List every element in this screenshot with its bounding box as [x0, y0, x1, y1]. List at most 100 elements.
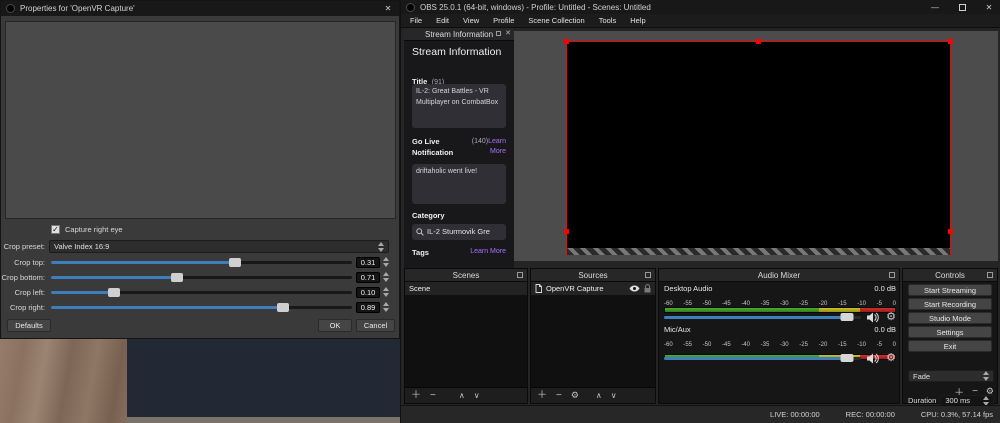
- crop-bottom-slider[interactable]: [51, 272, 352, 282]
- menu-view[interactable]: View: [463, 16, 479, 25]
- selection-handle-top-right[interactable]: [948, 39, 953, 44]
- properties-dialog: Properties for 'OpenVR Capture' ✕ ✓ Capt…: [0, 0, 400, 339]
- crop-left-spinner-icons[interactable]: [383, 287, 389, 297]
- crop-left-row: Crop left: 0.10: [1, 286, 401, 298]
- golive-learn-more-link[interactable]: Learn More: [488, 138, 506, 155]
- close-button[interactable]: ✕: [377, 2, 399, 16]
- preview-canvas[interactable]: [514, 28, 998, 261]
- crop-right-slider-handle[interactable]: [276, 302, 289, 312]
- crop-top-slider[interactable]: [51, 257, 352, 267]
- selection-handle-mid-right[interactable]: [948, 229, 953, 234]
- settings-button[interactable]: Settings: [908, 326, 992, 338]
- source-properties-gear-icon[interactable]: ⚙: [571, 391, 579, 400]
- move-scene-down-icon[interactable]: ∨: [474, 391, 480, 400]
- move-scene-up-icon[interactable]: ∧: [459, 391, 465, 400]
- source-preview-black[interactable]: [566, 41, 951, 248]
- scenes-dock-titlebar[interactable]: Scenes: [405, 269, 527, 282]
- move-source-up-icon[interactable]: ∧: [596, 391, 602, 400]
- start-recording-button[interactable]: Start Recording: [908, 298, 992, 310]
- crop-bottom-slider-handle[interactable]: [171, 272, 184, 282]
- dock-close-icon[interactable]: ✕: [505, 29, 511, 37]
- start-streaming-button[interactable]: Start Streaming: [908, 284, 992, 296]
- volume-slider[interactable]: [664, 312, 862, 321]
- lock-icon[interactable]: [644, 284, 651, 293]
- dock-float-icon[interactable]: [889, 272, 895, 278]
- selection-handle-mid-left[interactable]: [564, 229, 569, 234]
- ok-button[interactable]: OK: [318, 319, 352, 332]
- combo-spinner-icons[interactable]: [983, 371, 989, 381]
- crop-right-slider[interactable]: [51, 302, 352, 312]
- crop-left-slider[interactable]: [51, 287, 352, 297]
- minimize-button[interactable]: —: [924, 0, 946, 14]
- crop-bottom-spinner-icons[interactable]: [383, 272, 389, 282]
- stream-title-input[interactable]: IL-2: Great Battles - VR Multiplayer on …: [412, 84, 506, 128]
- tags-row: Tags Learn More: [412, 248, 506, 257]
- desktop-floor-strip: [127, 417, 400, 423]
- maximize-button[interactable]: [951, 0, 973, 14]
- crop-bottom-value[interactable]: 0.71: [356, 271, 380, 283]
- volume-slider-handle[interactable]: [840, 353, 854, 362]
- category-search-box[interactable]: IL-2 Sturmovik Gre: [412, 224, 506, 240]
- menu-tools[interactable]: Tools: [599, 16, 617, 25]
- speaker-icon[interactable]: [867, 312, 880, 323]
- sources-dock-titlebar[interactable]: Sources: [531, 269, 655, 282]
- obs-titlebar[interactable]: OBS 25.0.1 (64-bit, windows) - Profile: …: [401, 0, 1000, 14]
- menu-help[interactable]: Help: [630, 16, 645, 25]
- menu-scene-collection[interactable]: Scene Collection: [528, 16, 584, 25]
- channel-settings-gear-icon[interactable]: ⚙: [886, 311, 896, 323]
- duration-spinner-icons[interactable]: [983, 395, 989, 406]
- combo-spinner-icons[interactable]: [378, 241, 384, 252]
- add-source-icon[interactable]: ＋: [537, 390, 547, 401]
- channel-settings-gear-icon[interactable]: ⚙: [886, 352, 896, 364]
- controls-dock-titlebar[interactable]: Controls: [903, 269, 997, 282]
- stream-information-dock: Stream Information ✕ Stream Information …: [404, 28, 514, 268]
- volume-slider-handle[interactable]: [840, 312, 854, 321]
- properties-titlebar[interactable]: Properties for 'OpenVR Capture' ✕: [1, 1, 399, 16]
- scene-list-item[interactable]: Scene: [405, 282, 527, 295]
- add-scene-icon[interactable]: ＋: [411, 390, 421, 401]
- crop-left-slider-handle[interactable]: [108, 287, 121, 297]
- stream-info-dock-titlebar[interactable]: Stream Information ✕: [404, 28, 514, 41]
- sources-list[interactable]: OpenVR Capture: [531, 282, 655, 387]
- move-source-down-icon[interactable]: ∨: [611, 391, 617, 400]
- tags-learn-more-link[interactable]: Learn More: [470, 248, 506, 257]
- dock-float-icon[interactable]: [987, 272, 993, 278]
- dock-float-icon[interactable]: [496, 31, 501, 36]
- studio-mode-button[interactable]: Studio Mode: [908, 312, 992, 324]
- selection-handle-top-center[interactable]: [756, 39, 761, 44]
- remove-source-icon[interactable]: −: [556, 390, 562, 401]
- source-list-item[interactable]: OpenVR Capture: [531, 282, 655, 295]
- menu-file[interactable]: File: [410, 16, 422, 25]
- capture-right-eye-checkbox[interactable]: ✓: [51, 225, 60, 234]
- dock-float-icon[interactable]: [645, 272, 651, 278]
- exit-button[interactable]: Exit: [908, 340, 992, 352]
- menu-edit[interactable]: Edit: [436, 16, 449, 25]
- defaults-button[interactable]: Defaults: [7, 319, 51, 332]
- scenes-list[interactable]: Scene: [405, 282, 527, 387]
- selection-handle-top-left[interactable]: [564, 39, 569, 44]
- golive-notification-input[interactable]: driftaholic went live!: [412, 164, 506, 204]
- crop-top-spinner-icons[interactable]: [383, 257, 389, 267]
- volume-slider[interactable]: [664, 353, 862, 362]
- volume-slider-row: ⚙: [664, 311, 896, 323]
- crop-left-value[interactable]: 0.10: [356, 286, 380, 298]
- cancel-button[interactable]: Cancel: [356, 319, 395, 332]
- menu-profile[interactable]: Profile: [493, 16, 514, 25]
- speaker-icon[interactable]: [867, 353, 880, 364]
- golive-char-count: (140): [471, 138, 489, 145]
- remove-scene-icon[interactable]: −: [430, 390, 436, 401]
- audio-mixer-dock: Audio Mixer Desktop Audio 0.0 dB -60 -55-…: [658, 268, 900, 404]
- close-button[interactable]: ✕: [978, 0, 1000, 14]
- crop-preset-select[interactable]: Valve Index 16:9: [49, 240, 389, 253]
- crop-right-value[interactable]: 0.89: [356, 301, 380, 313]
- channel-db-value: 0.0 dB: [874, 284, 896, 293]
- visibility-eye-icon[interactable]: [629, 285, 640, 292]
- obs-window-title: OBS 25.0.1 (64-bit, windows) - Profile: …: [420, 2, 651, 12]
- crop-top-value[interactable]: 0.31: [356, 256, 380, 268]
- dock-float-icon[interactable]: [517, 272, 523, 278]
- crop-right-spinner-icons[interactable]: [383, 302, 389, 312]
- crop-top-slider-handle[interactable]: [228, 257, 241, 267]
- mixer-dock-titlebar[interactable]: Audio Mixer: [659, 269, 899, 282]
- transition-select[interactable]: Fade: [908, 370, 994, 382]
- crop-left-label: Crop left:: [14, 287, 45, 297]
